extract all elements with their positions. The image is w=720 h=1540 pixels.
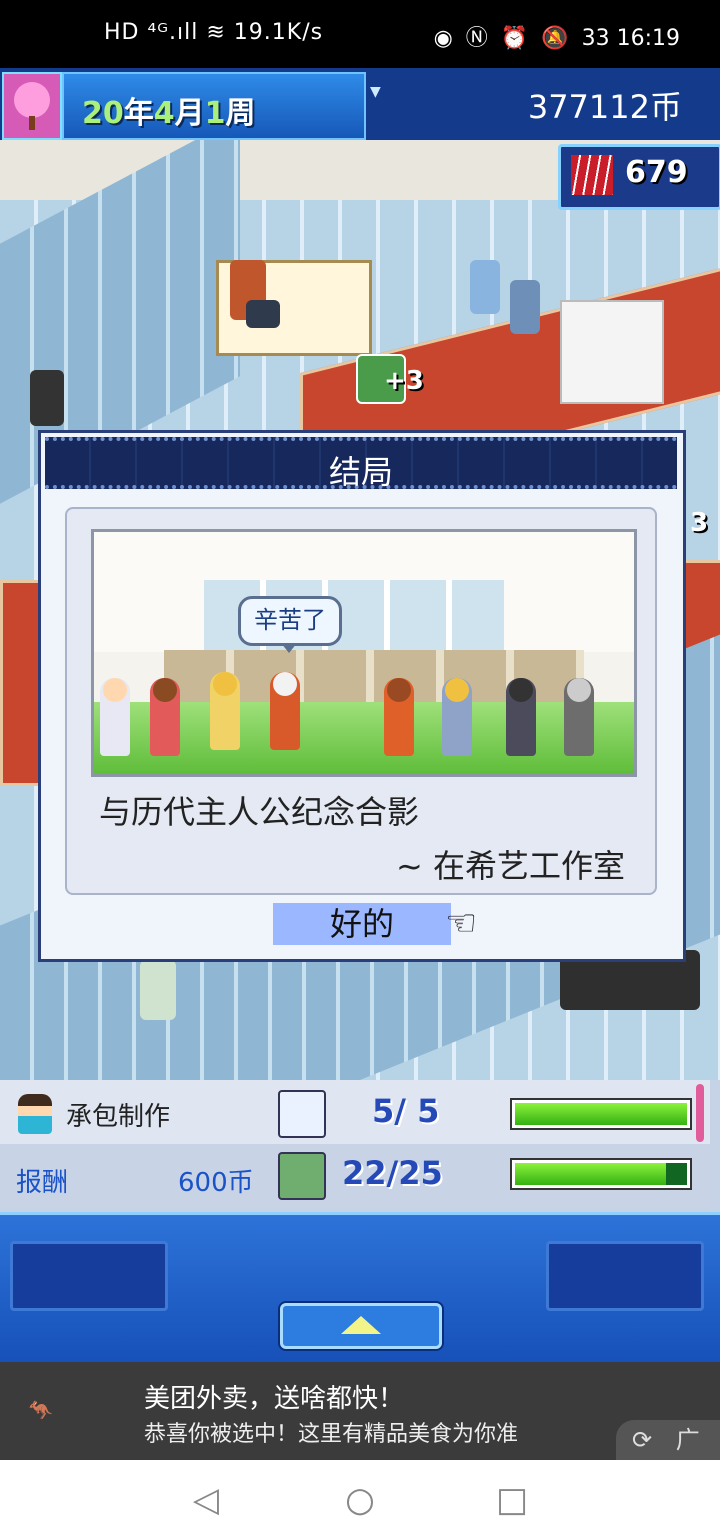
ending-dialog: 结局 辛苦了 与历代主人公纪念合影 ~ 在希艺工作室 好的 ☜ — [38, 430, 686, 962]
staff-icon — [278, 1152, 326, 1200]
eye-icon: ◉ — [433, 26, 453, 51]
ad-subtitle: 恭喜你被选中！这里有精品美食为你准 — [144, 1422, 519, 1447]
network-status: HD ⁴ᴳ.ıll ≋ 19.1K/s — [104, 20, 324, 45]
clock-battery: ◉ Ⓝ ⏰ 🔕 33 16:19 — [434, 20, 680, 52]
ending-signature: ~ 在希艺工作室 — [396, 847, 625, 885]
reward-row: 报酬 600币 22/25 — [0, 1144, 710, 1208]
ok-button[interactable]: 好的 — [273, 903, 451, 945]
navigation-bar: ◁ ○ □ — [0, 1460, 720, 1540]
ad-banner[interactable]: 🦘 美团外卖，送啥都快！ 恭喜你被选中！这里有精品美食为你准 ⟳ 广告 — [0, 1362, 720, 1494]
pointing-hand-icon: ☜ — [445, 903, 478, 944]
dialog-content: 辛苦了 与历代主人公纪念合影 ~ 在希艺工作室 — [65, 507, 657, 895]
back-button[interactable]: ◁ — [186, 1480, 226, 1520]
game-date: 20年4月1周 — [82, 96, 256, 131]
date-box[interactable]: 20年4月1周 ▼ — [62, 72, 381, 140]
contract-info-panel[interactable]: 承包制作 5/ 5 报酬 600币 22/25 — [0, 1080, 720, 1212]
reward-label: 报酬 — [16, 1168, 69, 1198]
contract-row: 承包制作 5/ 5 — [0, 1080, 710, 1144]
money-display: 377112币 — [527, 88, 682, 126]
battery-time: 33 16:19 — [581, 26, 680, 51]
job-label: 承包制作 — [66, 1102, 171, 1132]
recents-button[interactable]: □ — [492, 1480, 532, 1520]
speech-bubble: 辛苦了 — [238, 596, 342, 653]
left-menu-button[interactable] — [10, 1241, 168, 1311]
company-tree-icon[interactable] — [2, 72, 62, 140]
reward-value: 600币 — [178, 1168, 254, 1198]
progress-bar — [512, 1100, 690, 1128]
document-icon — [278, 1090, 326, 1138]
scroll-indicator — [696, 1084, 704, 1142]
expand-menu-button[interactable] — [280, 1303, 442, 1349]
dialog-titlebar: 结局 — [45, 437, 677, 491]
refresh-icon: ⟳ — [632, 1426, 653, 1454]
ending-caption: 与历代主人公纪念合影 — [99, 793, 420, 831]
chevron-up-icon — [341, 1316, 381, 1334]
ad-title: 美团外卖，送啥都快！ — [144, 1384, 405, 1414]
progress-stat: 5/ 5 — [372, 1092, 440, 1130]
game-controls — [0, 1212, 720, 1365]
game-header: 20年4月1周 ▼ 377112币 — [0, 68, 720, 140]
right-menu-button[interactable] — [546, 1241, 704, 1311]
group-photo-illustration: 辛苦了 — [91, 529, 637, 777]
staff-stat: 22/25 — [342, 1154, 443, 1192]
staff-bar — [512, 1160, 690, 1188]
chevron-down-icon: ▼ — [370, 84, 381, 100]
worker-icon — [18, 1094, 52, 1134]
nfc-icon: Ⓝ — [465, 26, 488, 51]
books-icon — [571, 155, 613, 195]
plus-three-label-2: 3 — [690, 508, 709, 538]
ad-tag[interactable]: ⟳ 广告 — [616, 1420, 720, 1494]
meituan-logo-icon: 🦘 — [28, 1398, 53, 1422]
dialog-title: 结局 — [328, 453, 393, 491]
fans-badge[interactable]: 679 — [558, 144, 720, 210]
fans-count: 679 — [625, 155, 688, 190]
mute-icon: 🔕 — [541, 26, 569, 51]
status-bar: HD ⁴ᴳ.ıll ≋ 19.1K/s ◉ Ⓝ ⏰ 🔕 33 16:19 — [0, 0, 720, 68]
home-button[interactable]: ○ — [340, 1480, 380, 1520]
alarm-icon: ⏰ — [500, 26, 529, 51]
plus-three-label: +3 — [384, 366, 424, 396]
